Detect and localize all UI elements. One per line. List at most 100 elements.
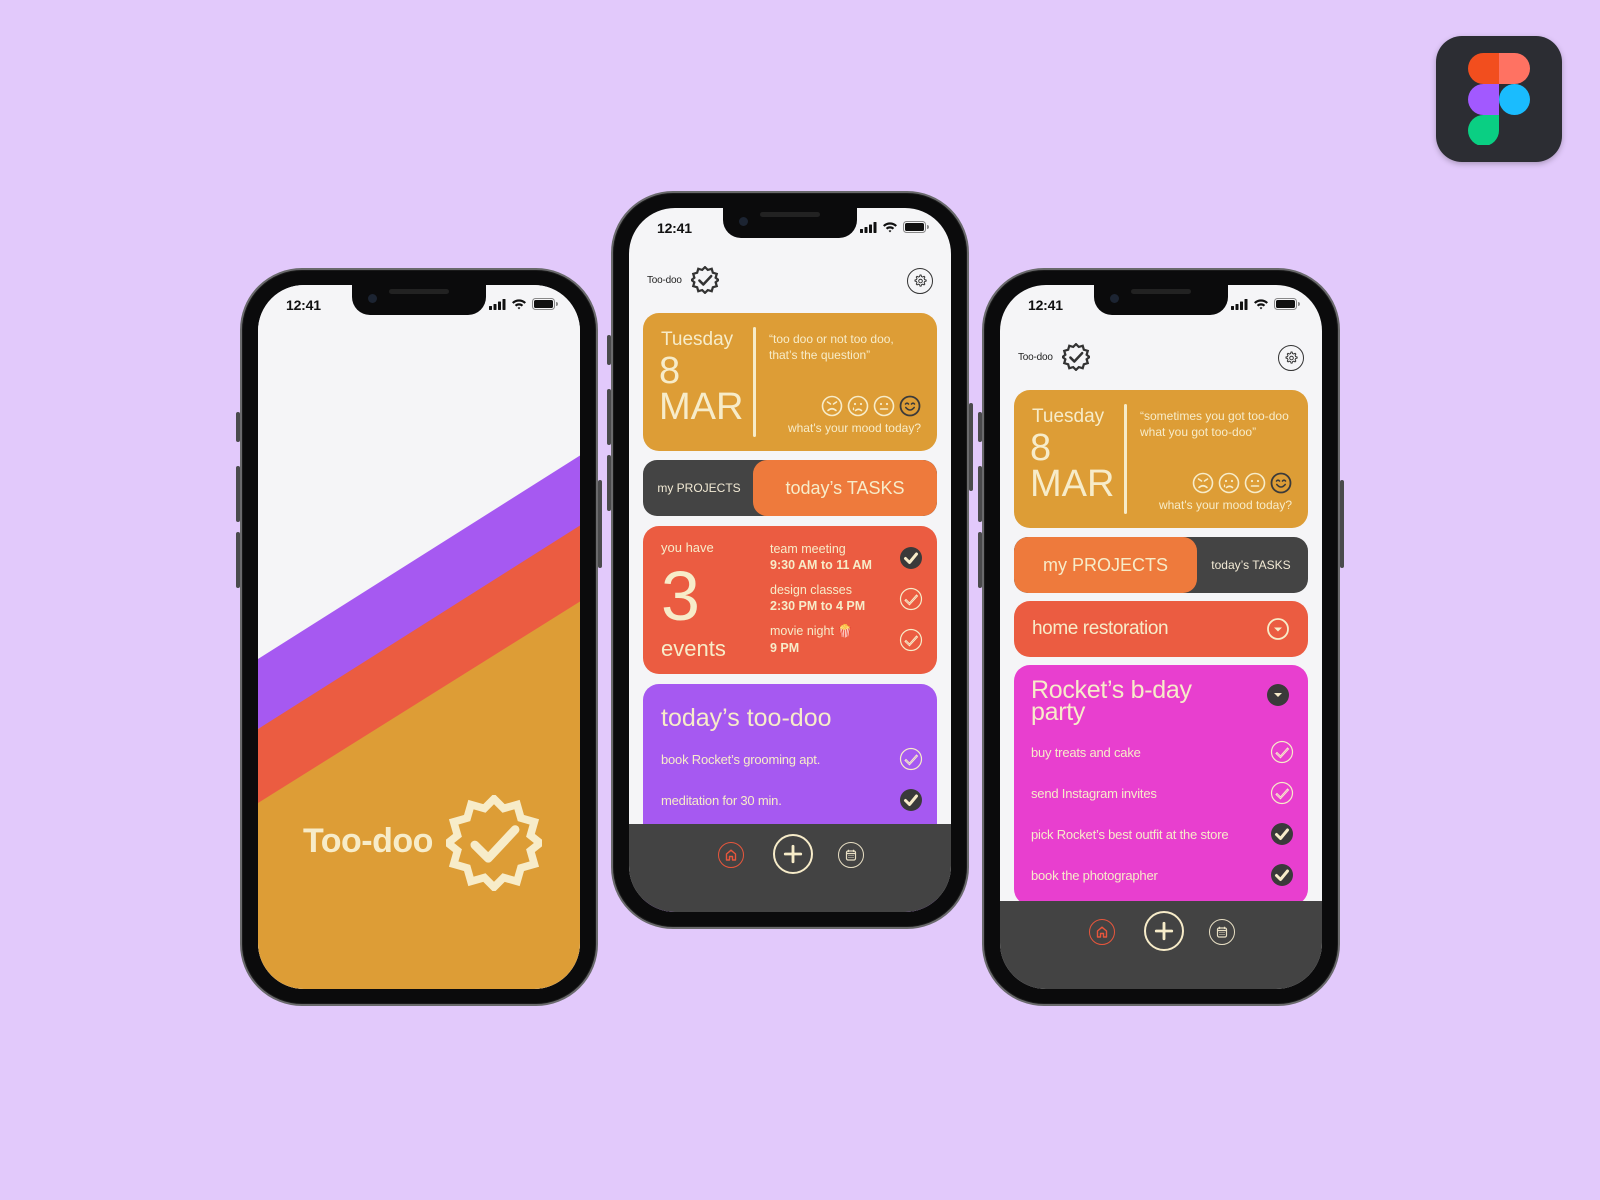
check-filled-icon[interactable] <box>899 788 923 812</box>
verified-badge-check-icon <box>446 795 542 891</box>
tasks-screen: 12:41 Too-doo Tuesday 8 MAR “too doo or … <box>629 208 951 912</box>
happy-face-icon[interactable] <box>1270 472 1292 494</box>
battery-icon <box>903 221 929 233</box>
nav-calendar-button[interactable] <box>838 842 864 868</box>
splash-screen: 12:41 Too-doo <box>258 285 580 989</box>
check-outline-icon[interactable] <box>899 628 923 652</box>
phone-side-button <box>978 532 982 588</box>
check-filled-icon[interactable] <box>1270 863 1294 887</box>
phone-side-button <box>607 335 611 365</box>
nav-add-button[interactable] <box>1144 911 1184 951</box>
event-item: team meeting 9:30 AM to 11 AM <box>770 542 923 576</box>
angry-face-icon[interactable] <box>1192 472 1214 494</box>
phone-side-button <box>1340 480 1344 568</box>
check-outline-icon[interactable] <box>1270 740 1294 764</box>
events-suffix: events <box>661 636 726 661</box>
settings-button[interactable] <box>907 268 933 294</box>
settings-button[interactable] <box>1278 345 1304 371</box>
task-label: buy treats and cake <box>1031 745 1141 760</box>
event-item: design classes 2:30 PM to 4 PM <box>770 583 923 617</box>
phone-speaker <box>389 289 449 294</box>
angry-face-icon[interactable] <box>821 395 843 417</box>
calendar-icon <box>1215 925 1229 939</box>
verified-badge-check-icon <box>1062 343 1090 371</box>
tab-todays-tasks[interactable]: today’s TASKS <box>753 460 937 516</box>
phone-side-button <box>236 466 240 522</box>
project-card-home-restoration[interactable]: home restoration <box>1014 601 1308 657</box>
todo-card-title: today’s too-doo <box>661 704 832 732</box>
nav-home-button[interactable] <box>718 842 744 868</box>
month: MAR <box>1030 463 1115 505</box>
neutral-face-icon[interactable] <box>873 395 895 417</box>
weekday: Tuesday <box>1032 406 1105 427</box>
wifi-icon <box>511 298 527 310</box>
events-count: 3 <box>661 557 700 635</box>
figma-logo-icon <box>1468 53 1530 145</box>
phone-side-button <box>236 412 240 442</box>
crying-face-icon[interactable] <box>1218 472 1240 494</box>
todo-item: meditation for 30 min. <box>661 787 923 813</box>
card-divider <box>753 327 756 437</box>
events-card: you have 3 events team meeting 9:30 AM t… <box>643 526 937 674</box>
phone-splash: 12:41 Too-doo <box>236 268 602 1006</box>
expand-chevron-icon[interactable] <box>1266 617 1290 641</box>
tab-my-projects[interactable]: my PROJECTS <box>643 460 755 516</box>
todo-label: book Rocket’s grooming apt. <box>661 752 821 767</box>
neutral-face-icon[interactable] <box>1244 472 1266 494</box>
phone-side-button <box>607 455 611 511</box>
task-label: send Instagram invites <box>1031 786 1157 801</box>
bottom-nav <box>629 824 951 912</box>
nav-add-button[interactable] <box>773 834 813 874</box>
month: MAR <box>659 386 744 428</box>
figma-app-badge <box>1436 36 1562 162</box>
phone-side-button <box>978 466 982 522</box>
tab-my-projects[interactable]: my PROJECTS <box>1014 537 1197 593</box>
mood-prompt: what's your mood today? <box>1158 498 1292 512</box>
home-icon <box>1095 925 1109 939</box>
check-outline-icon[interactable] <box>899 587 923 611</box>
date-mood-card: Tuesday 8 MAR “sometimes you got too-doo… <box>1014 390 1308 528</box>
daily-quote: “too doo or not too doo, that’s the ques… <box>769 332 894 362</box>
wifi-icon <box>1253 298 1269 310</box>
happy-face-icon[interactable] <box>899 395 921 417</box>
check-outline-icon[interactable] <box>899 747 923 771</box>
phone-side-button <box>598 480 602 568</box>
signal-icon <box>489 299 506 310</box>
bottom-nav <box>1000 901 1322 989</box>
daily-quote: “sometimes you got too-doo what you got … <box>1140 409 1289 439</box>
status-time: 12:41 <box>1028 297 1063 313</box>
nav-calendar-button[interactable] <box>1209 919 1235 945</box>
check-filled-icon[interactable] <box>1270 822 1294 846</box>
phone-speaker <box>1131 289 1191 294</box>
phone-speaker <box>760 212 820 217</box>
mood-prompt: what's your mood today? <box>787 421 921 435</box>
collapse-chevron-icon[interactable] <box>1266 683 1290 707</box>
plus-icon <box>1153 920 1175 942</box>
todo-item: book Rocket’s grooming apt. <box>661 746 923 772</box>
status-time: 12:41 <box>657 220 692 236</box>
task-label: pick Rocket’s best outfit at the store <box>1031 827 1229 842</box>
nav-home-button[interactable] <box>1089 919 1115 945</box>
mood-selector <box>1192 472 1292 494</box>
project-task-item: book the photographer <box>1031 862 1294 888</box>
mood-selector <box>821 395 921 417</box>
signal-icon <box>1231 299 1248 310</box>
splash-app-name: Too-doo <box>303 822 433 860</box>
tab-todays-tasks[interactable]: today’s TASKS <box>1194 537 1308 593</box>
app-logo-text: Too-doo <box>647 275 682 286</box>
phone-side-button <box>978 412 982 442</box>
todo-label: meditation for 30 min. <box>661 793 782 808</box>
weekday: Tuesday <box>661 329 734 350</box>
phone-side-button <box>236 532 240 588</box>
plus-icon <box>782 843 804 865</box>
event-item: movie night 🍿 9 PM <box>770 624 923 658</box>
check-outline-icon[interactable] <box>1270 781 1294 805</box>
check-filled-icon[interactable] <box>899 546 923 570</box>
project-task-item: buy treats and cake <box>1031 739 1294 765</box>
projects-screen: 12:41 Too-doo Tuesday 8 MAR “sometimes y… <box>1000 285 1322 989</box>
signal-icon <box>860 222 877 233</box>
crying-face-icon[interactable] <box>847 395 869 417</box>
task-label: book the photographer <box>1031 868 1158 883</box>
status-time: 12:41 <box>286 297 321 313</box>
wifi-icon <box>882 221 898 233</box>
